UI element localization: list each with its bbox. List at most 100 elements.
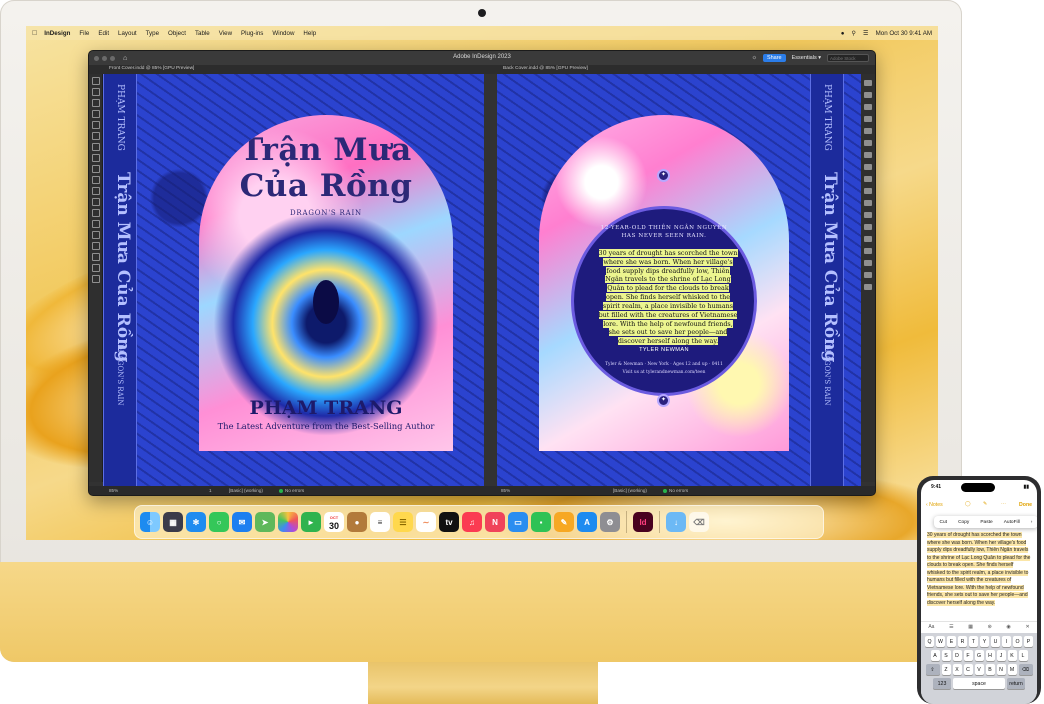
- rectangle-tool-icon[interactable]: [91, 176, 100, 184]
- front-cover-canvas[interactable]: PHẠM TRANG Trận Mưa Của Rồng DRAGON'S RA…: [103, 74, 484, 488]
- color-panel-icon[interactable]: [863, 152, 872, 158]
- pen-tool-icon[interactable]: [91, 143, 100, 151]
- key-k[interactable]: K: [1007, 650, 1017, 661]
- paragraph-styles-icon[interactable]: [863, 200, 872, 206]
- eyedropper-tool-icon[interactable]: [91, 231, 100, 239]
- key-f[interactable]: F: [963, 650, 973, 661]
- back-cover-canvas[interactable]: PHẠM TRANG Trận Mưa Của Rồng DRAGON'S RA…: [497, 74, 861, 488]
- menu-window[interactable]: Window: [272, 30, 294, 37]
- menu-plugins[interactable]: Plug-ins: [241, 30, 263, 37]
- menu-file[interactable]: File: [79, 30, 89, 37]
- shift-key-icon[interactable]: ⇧: [925, 664, 940, 675]
- key-123[interactable]: 123: [933, 678, 951, 689]
- key-z[interactable]: Z: [941, 664, 951, 675]
- edit-paste[interactable]: Paste: [980, 520, 992, 525]
- paragraph-panel-icon[interactable]: [863, 188, 872, 194]
- facetime-icon[interactable]: ►: [301, 512, 321, 532]
- calendar-icon[interactable]: OCT 30: [324, 512, 344, 532]
- markup-icon[interactable]: ✎: [983, 501, 987, 507]
- safari-icon[interactable]: ✻: [186, 512, 206, 532]
- control-center-icon[interactable]: ☰: [863, 30, 869, 37]
- checklist-icon[interactable]: ☰: [949, 624, 953, 630]
- selection-tool-icon[interactable]: [91, 77, 100, 85]
- key-y[interactable]: Y: [980, 636, 989, 647]
- menu-app-name[interactable]: InDesign: [44, 30, 70, 37]
- pathfinder-panel-icon[interactable]: [863, 236, 872, 242]
- zoom-level-back[interactable]: 85%: [501, 488, 510, 493]
- back-button[interactable]: ‹ Notes: [926, 502, 943, 508]
- key-b[interactable]: B: [985, 664, 995, 675]
- finder-icon[interactable]: ☺: [140, 512, 160, 532]
- key-o[interactable]: O: [1013, 636, 1022, 647]
- numbers-icon[interactable]: ▪: [531, 512, 551, 532]
- menu-type[interactable]: Type: [146, 30, 159, 37]
- effects-panel-icon[interactable]: [863, 260, 872, 266]
- search-icon[interactable]: ⚲: [851, 30, 856, 37]
- key-return[interactable]: return: [1007, 678, 1025, 689]
- indesign-icon[interactable]: Id: [633, 512, 653, 532]
- key-e[interactable]: E: [947, 636, 956, 647]
- contacts-icon[interactable]: ●: [347, 512, 367, 532]
- wifi-icon[interactable]: ●: [841, 30, 845, 37]
- menu-object[interactable]: Object: [168, 30, 186, 37]
- key-c[interactable]: C: [963, 664, 973, 675]
- character-styles-icon[interactable]: [863, 212, 872, 218]
- news-icon[interactable]: N: [485, 512, 505, 532]
- key-g[interactable]: G: [974, 650, 984, 661]
- page-number[interactable]: 1: [209, 488, 212, 493]
- key-space[interactable]: space: [953, 678, 1005, 689]
- pages-icon[interactable]: ✎: [554, 512, 574, 532]
- note-body[interactable]: 30 years of drought has scorched the tow…: [927, 532, 1031, 607]
- menu-view[interactable]: View: [219, 30, 232, 37]
- camera-icon[interactable]: ◉: [1006, 624, 1010, 630]
- screen-mode-icon[interactable]: [91, 275, 100, 283]
- align-panel-icon[interactable]: [863, 224, 872, 230]
- edit-copy[interactable]: Copy: [958, 520, 969, 525]
- pages-panel-icon[interactable]: [863, 92, 872, 98]
- stock-search-input[interactable]: [827, 54, 869, 62]
- menu-layout[interactable]: Layout: [118, 30, 137, 37]
- key-p[interactable]: P: [1024, 636, 1033, 647]
- attachment-icon[interactable]: ⊛: [988, 624, 992, 630]
- key-d[interactable]: D: [952, 650, 962, 661]
- line-tool-icon[interactable]: [91, 132, 100, 140]
- menu-edit[interactable]: Edit: [98, 30, 109, 37]
- zoom-tool-icon[interactable]: [91, 253, 100, 261]
- chevron-right-icon[interactable]: ›: [1031, 520, 1033, 525]
- zoom-button[interactable]: [110, 55, 115, 61]
- preflight-profile-back[interactable]: [Basic] (working): [613, 488, 647, 493]
- blurb-text[interactable]: 30 years of drought has scorched the tow…: [598, 249, 738, 346]
- glyphs-panel-icon[interactable]: [863, 284, 872, 290]
- table-icon[interactable]: ▦: [968, 624, 973, 630]
- key-h[interactable]: H: [985, 650, 995, 661]
- gradient-panel-icon[interactable]: [863, 272, 872, 278]
- key-v[interactable]: V: [974, 664, 984, 675]
- key-n[interactable]: N: [996, 664, 1006, 675]
- downloads-folder-icon[interactable]: ↓: [666, 512, 686, 532]
- page-tool-icon[interactable]: [91, 99, 100, 107]
- keynote-icon[interactable]: ▭: [508, 512, 528, 532]
- stroke-panel-icon[interactable]: [863, 140, 872, 146]
- freeform-icon[interactable]: ∼: [416, 512, 436, 532]
- direct-selection-tool-icon[interactable]: [91, 88, 100, 96]
- edit-cut[interactable]: Cut: [940, 520, 947, 525]
- tab-front-cover[interactable]: Front Cover.indd @ 85% [GPU Preview]: [109, 66, 194, 71]
- minimize-button[interactable]: [102, 55, 107, 61]
- key-l[interactable]: L: [1018, 650, 1028, 661]
- tab-back-cover[interactable]: Back Cover.indd @ 85% [GPU Preview]: [503, 66, 588, 71]
- share-button[interactable]: Share: [762, 54, 786, 62]
- key-a[interactable]: A: [930, 650, 940, 661]
- hand-tool-icon[interactable]: [91, 242, 100, 250]
- apple-icon[interactable]: : [32, 30, 37, 37]
- trash-icon[interactable]: ⌫: [689, 512, 709, 532]
- menubar-clock[interactable]: Mon Oct 30 9:41 AM: [876, 30, 932, 37]
- more-icon[interactable]: ⋯: [1001, 501, 1006, 507]
- gap-tool-icon[interactable]: [91, 110, 100, 118]
- done-button[interactable]: Done: [1019, 502, 1032, 508]
- app-store-icon[interactable]: A: [577, 512, 597, 532]
- key-r[interactable]: R: [958, 636, 967, 647]
- photos-icon[interactable]: [278, 512, 298, 532]
- key-t[interactable]: T: [969, 636, 978, 647]
- messages-icon[interactable]: ○: [209, 512, 229, 532]
- scissors-tool-icon[interactable]: [91, 187, 100, 195]
